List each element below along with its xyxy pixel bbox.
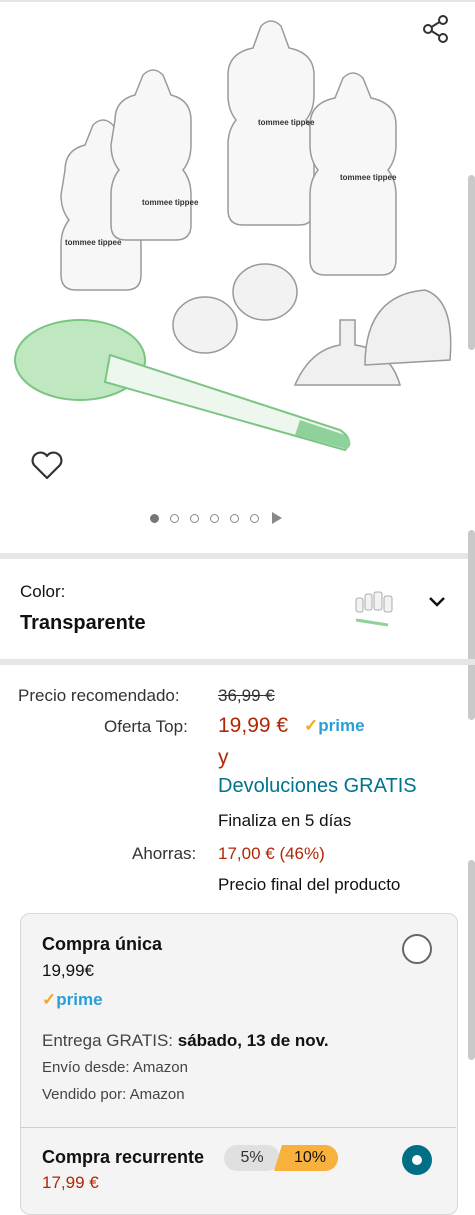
recommended-price-label: Precio recomendado: <box>18 686 180 705</box>
recurring-price: 17,99 € <box>42 1173 99 1192</box>
product-thumbnail[interactable] <box>352 590 400 628</box>
carousel-dot[interactable] <box>210 513 219 523</box>
discount-badge-10: 10% <box>274 1145 338 1171</box>
one-time-price: 19,99€ <box>42 961 94 980</box>
svg-text:tommee tippee: tommee tippee <box>65 238 122 247</box>
carousel-dot[interactable] <box>170 513 179 523</box>
svg-text:tommee tippee: tommee tippee <box>258 118 315 127</box>
sold-by: Vendido por: Amazon <box>42 1086 185 1103</box>
prime-badge: ✓prime <box>304 716 365 736</box>
free-returns-link[interactable]: Devoluciones GRATIS <box>218 775 417 798</box>
deal-ends-text: Finaliza en 5 días <box>218 811 352 830</box>
color-label: Color: <box>20 582 66 601</box>
one-time-purchase-title[interactable]: Compra única <box>42 934 162 955</box>
product-image[interactable]: tommee tippee tommee tippee tommee tippe… <box>10 10 465 460</box>
recurring-purchase-title[interactable]: Compra recurrente <box>42 1147 204 1168</box>
share-icon[interactable] <box>421 14 451 44</box>
heart-icon[interactable] <box>30 450 64 482</box>
one-time-purchase-radio[interactable] <box>402 934 432 964</box>
delivery-info: Entrega GRATIS: sábado, 13 de nov. <box>42 1031 329 1051</box>
svg-text:tommee tippee: tommee tippee <box>142 198 199 207</box>
carousel-dot[interactable] <box>250 513 259 523</box>
image-carousel-dots[interactable] <box>150 512 282 524</box>
recurring-purchase-radio[interactable] <box>402 1145 432 1175</box>
prime-label: prime <box>318 716 365 735</box>
prime-check-icon: ✓ <box>304 716 319 735</box>
recommended-price: 36,99 € <box>218 686 275 705</box>
final-price-note: Precio final del producto <box>218 875 401 894</box>
delivery-date: sábado, 13 de nov. <box>177 1031 329 1050</box>
prime-badge: ✓prime <box>42 990 103 1010</box>
prime-check-icon: ✓ <box>42 990 57 1009</box>
delivery-prefix: Entrega GRATIS: <box>42 1031 178 1050</box>
color-value[interactable]: Transparente <box>20 612 146 635</box>
card-divider <box>20 1127 456 1128</box>
ships-from: Envío desde: Amazon <box>42 1059 188 1076</box>
carousel-dot[interactable] <box>230 513 239 523</box>
scrollbar[interactable] <box>468 175 475 350</box>
section-divider <box>0 553 475 559</box>
offer-price: 19,99 € <box>218 714 289 737</box>
section-divider <box>0 659 475 665</box>
carousel-dot[interactable] <box>150 513 159 523</box>
prime-label: prime <box>56 990 103 1009</box>
svg-text:tommee tippee: tommee tippee <box>340 173 397 182</box>
savings-label: Ahorras: <box>132 844 197 863</box>
chevron-down-icon[interactable] <box>428 595 446 609</box>
scrollbar[interactable] <box>468 530 475 720</box>
offer-label: Oferta Top: <box>104 717 188 736</box>
discount-badge-5: 5% <box>224 1145 280 1171</box>
carousel-dot[interactable] <box>190 513 199 523</box>
and-text: y <box>218 746 229 769</box>
top-border <box>0 0 475 2</box>
play-video-icon[interactable] <box>272 512 282 524</box>
savings-value: 17,00 € (46%) <box>218 844 325 863</box>
scrollbar[interactable] <box>468 860 475 1060</box>
